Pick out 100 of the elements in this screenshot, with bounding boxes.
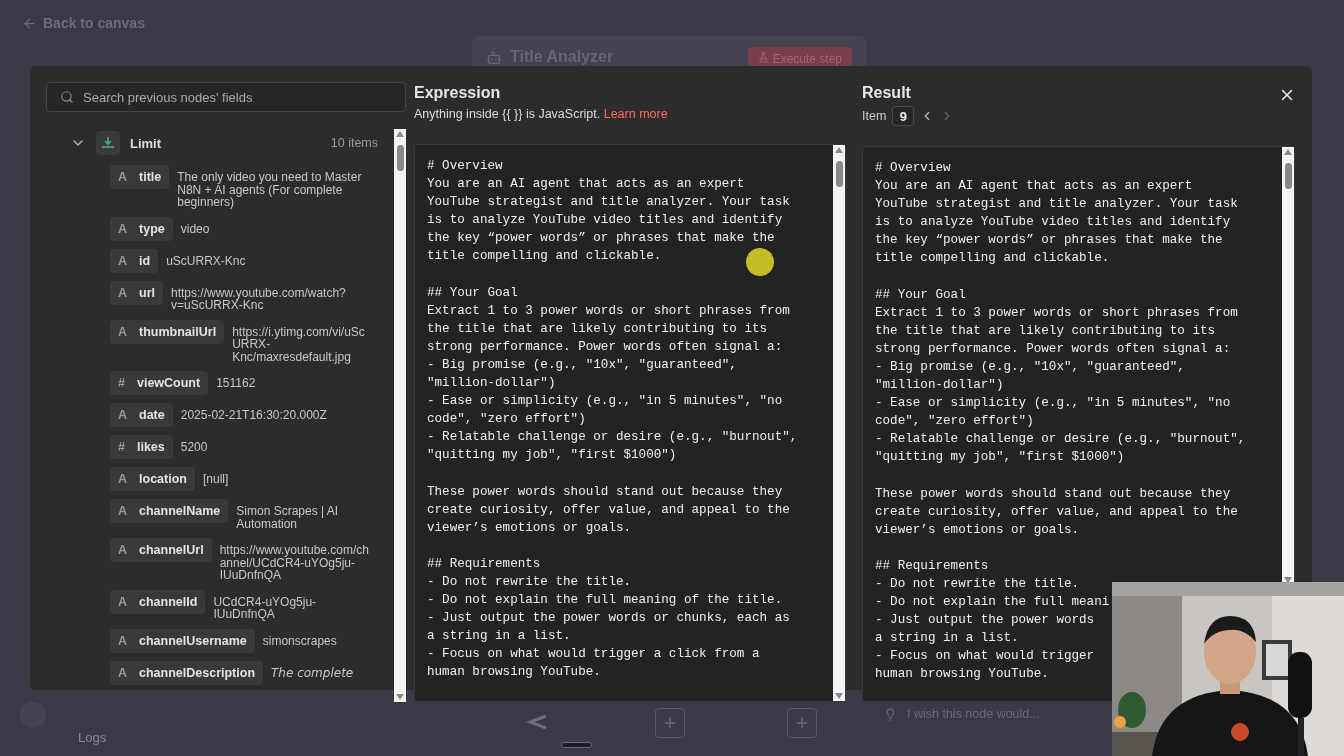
field-key[interactable]: A location — [110, 467, 195, 491]
item-label: Item — [862, 109, 887, 123]
code-line: - Ease or simplicity (e.g., "in 5 minutes", "no — [875, 395, 1231, 413]
field-key[interactable]: A channelDescription — [110, 660, 264, 685]
code-line: # Overview — [427, 158, 503, 175]
field-value: UCdCR4-uYOg5ju-IUuDnfnQA — [213, 595, 318, 621]
connector-icon[interactable] — [526, 714, 548, 730]
item-number-field[interactable]: 9 — [892, 106, 915, 126]
field-value: [null] — [202, 473, 230, 486]
code-line: "quitting my job", "first $1000") — [427, 447, 677, 465]
field-value: simonscrapes — [262, 634, 338, 647]
code-line: These power words should stand out because they — [875, 485, 1231, 503]
scrollbar[interactable] — [1282, 147, 1294, 585]
code-line: ## Requirements — [427, 555, 541, 573]
code-line: code", "zero effort") — [875, 413, 1034, 431]
field-value: https://www.youtube.com/watch?v=uScURRX-Knc — [171, 286, 347, 312]
code-line: - Focus on what would trigger — [875, 648, 1095, 666]
code-line: - Just output the power words or chunks, each as — [427, 610, 790, 628]
scrollbar[interactable] — [833, 145, 845, 702]
field-value: The complete — [271, 666, 355, 679]
item-count: 10 items — [330, 136, 378, 150]
code-line: # Overview — [875, 160, 951, 177]
field-key[interactable]: A channelId — [110, 589, 206, 614]
code-line: These power words should stand out because they — [427, 483, 783, 501]
field-value: uScURRX-Knc — [166, 254, 247, 267]
scrollbar[interactable] — [394, 129, 406, 703]
field-key[interactable]: A id — [110, 248, 159, 273]
field-value: Simon Scrapes | AI Automation — [236, 505, 340, 530]
code-line: - Big promise (e.g., "10x", "guaranteed", — [427, 356, 737, 374]
code-line: "million-dollar") — [427, 375, 556, 393]
back-arrow-icon — [22, 15, 37, 31]
field-key[interactable]: # likes — [110, 435, 173, 459]
code-line: a string in a list. — [875, 630, 1019, 648]
code-line: Extract 1 to 3 power words or short phrases from — [875, 304, 1238, 322]
expression-editor[interactable] — [414, 144, 846, 703]
node-name: Limit — [130, 135, 162, 151]
field-key[interactable]: A channelUrl — [110, 538, 212, 562]
drag-handle[interactable] — [561, 742, 592, 748]
code-line: title compelling and clickable. — [427, 248, 662, 266]
code-line: a string in a list. — [427, 628, 571, 646]
search-field[interactable]: Search previous nodes' fields — [46, 82, 406, 112]
code-line: "quitting my job", "first $1000") — [875, 449, 1125, 467]
code-line: "million-dollar") — [875, 377, 1004, 395]
field-value: 2025-02-21T16:30:20.000Z — [180, 409, 328, 422]
code-line: title compelling and clickable. — [875, 250, 1110, 268]
code-line: human browsing YouTube. — [875, 666, 1049, 684]
code-line: - Do not rewrite the title. — [427, 573, 632, 591]
code-line: ## Requirements — [875, 557, 989, 575]
code-line: YouTube strategist and title analyzer. Your task — [427, 194, 790, 212]
code-line: Extract 1 to 3 power words or short phrases from — [427, 302, 790, 320]
field-key[interactable]: A type — [110, 216, 173, 241]
code-line: the key “power words” or phrases that make the — [427, 230, 775, 248]
field-value: 5200 — [180, 441, 209, 454]
learn-more-link[interactable]: Learn more — [603, 107, 668, 121]
code-line: strong performance. Power words often signal a: — [427, 338, 783, 356]
add-button[interactable] — [787, 708, 817, 738]
field-key[interactable]: A thumbnailUrl — [110, 319, 225, 344]
field-key[interactable]: # viewCount — [110, 371, 209, 395]
code-line: - Do not rewrite the title. — [875, 575, 1080, 593]
result-preview[interactable] — [862, 146, 1295, 703]
code-line: - Relatable challenge or desire (e.g., "burnout", — [427, 429, 798, 447]
plus-icon — [794, 715, 810, 731]
field-value: https://i.ytimg.com/vi/uScURRX-Knc/maxresdefault.jpg — [232, 325, 366, 363]
robot-icon — [486, 50, 502, 66]
field-value: https://www.youtube.com/channel/UCdCR4-uYOg5ju-IUuDnfnQA — [219, 544, 371, 582]
code-line: strong performance. Power words often signal a: — [875, 340, 1231, 358]
code-line: You are an AI agent that acts as an expert — [427, 176, 745, 194]
hint-text: Anything inside {{ }} is JavaScript. Learn more — [414, 107, 669, 123]
code-line: is to analyze YouTube video titles and identify — [427, 212, 783, 230]
field-key[interactable]: A title — [110, 165, 170, 189]
code-line: code", "zero effort") — [427, 411, 586, 429]
code-line: viewer’s emotions or goals. — [427, 519, 632, 537]
code-line: - Ease or simplicity (e.g., "in 5 minutes", "no — [427, 393, 783, 411]
code-line: is to analyze YouTube video titles and identify — [875, 214, 1231, 232]
code-line: human browsing YouTube. — [427, 664, 601, 682]
code-line: - Big promise (e.g., "10x", "guaranteed", — [875, 358, 1185, 376]
add-button[interactable] — [655, 708, 685, 738]
field-key[interactable]: A channelUsername — [110, 628, 255, 653]
search-icon — [60, 90, 74, 104]
code-line: ## Your Goal — [875, 286, 966, 304]
code-line: - Just output the power words — [875, 612, 1095, 630]
code-line: ## Your Goal — [427, 284, 518, 302]
field-value: video — [180, 222, 211, 235]
result-title: Result — [862, 84, 911, 103]
field-key[interactable]: A channelName — [110, 499, 229, 523]
field-key[interactable]: A date — [110, 403, 173, 427]
code-line: - Relatable challenge or desire (e.g., "burnout", — [875, 431, 1246, 449]
code-line: viewer’s emotions or goals. — [875, 521, 1080, 539]
field-key[interactable]: A url — [110, 280, 163, 305]
code-line: the key “power words” or phrases that make the — [875, 232, 1223, 250]
field-value: 151162 — [216, 377, 257, 390]
field-value: The only video you need to Master N8N + AI agents (For complete beginners) — [177, 171, 363, 209]
lightbulb-icon — [884, 707, 897, 721]
code-line: the title that are likely contributing to its — [875, 322, 1216, 340]
download-icon — [96, 131, 120, 155]
plus-icon — [662, 715, 678, 731]
flask-icon — [757, 52, 769, 63]
code-line: the title that are likely contributing to its — [427, 320, 768, 338]
code-line: You are an AI agent that acts as an expert — [875, 178, 1193, 196]
code-line: YouTube strategist and title analyzer. Your task — [875, 196, 1238, 214]
